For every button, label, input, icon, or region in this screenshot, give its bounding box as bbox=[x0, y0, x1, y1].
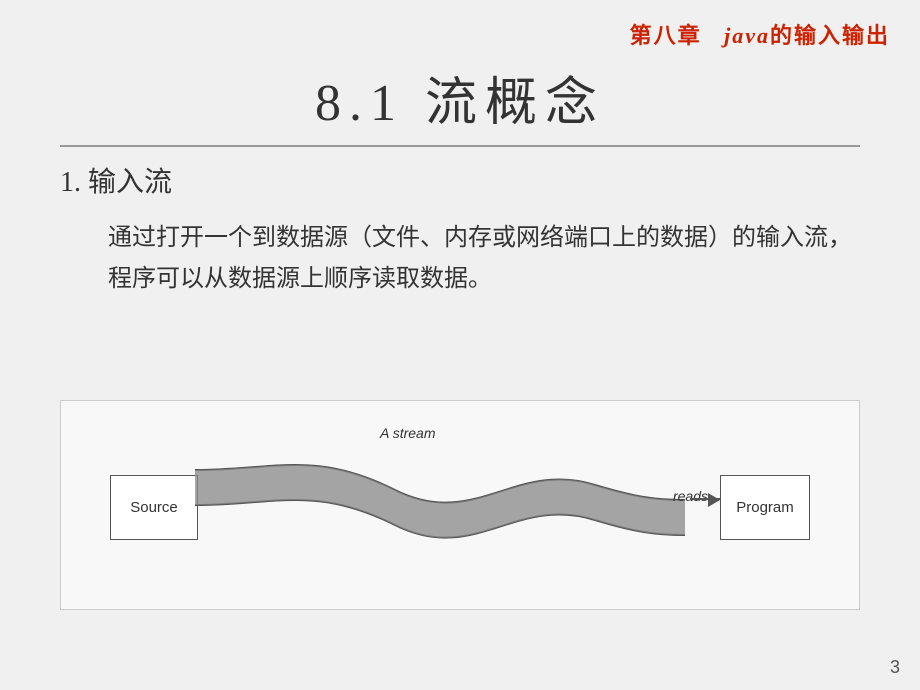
arrow-head bbox=[708, 493, 720, 507]
io-label: 的输入输出 bbox=[770, 23, 890, 48]
java-label: java bbox=[724, 23, 770, 48]
chapter-label: 第八章 bbox=[630, 23, 702, 48]
title-area: 8.1 流概念 bbox=[0, 60, 920, 135]
content-area: 1. 输入流 通过打开一个到数据源（文件、内存或网络端口上的数据）的输入流，程序… bbox=[60, 160, 860, 300]
page-number: 3 bbox=[890, 657, 900, 678]
page-title: 8.1 流概念 bbox=[0, 60, 920, 135]
stream-svg bbox=[195, 440, 685, 570]
stream-label: A stream bbox=[380, 425, 436, 441]
source-box: Source bbox=[110, 475, 198, 540]
title-divider bbox=[60, 145, 860, 147]
diagram-inner: Source A stream reads Program bbox=[100, 420, 820, 590]
reads-label: reads bbox=[673, 488, 708, 504]
program-label: Program bbox=[736, 499, 794, 516]
chapter-header: 第八章 java的输入输出 bbox=[630, 18, 890, 50]
diagram-container: Source A stream reads Program bbox=[60, 400, 860, 610]
body-text: 通过打开一个到数据源（文件、内存或网络端口上的数据）的输入流，程序可以从数据源上… bbox=[108, 218, 860, 300]
slide: 第八章 java的输入输出 8.1 流概念 1. 输入流 通过打开一个到数据源（… bbox=[0, 0, 920, 690]
section-heading: 1. 输入流 bbox=[60, 160, 860, 200]
program-box: Program bbox=[720, 475, 810, 540]
source-label: Source bbox=[130, 499, 178, 516]
